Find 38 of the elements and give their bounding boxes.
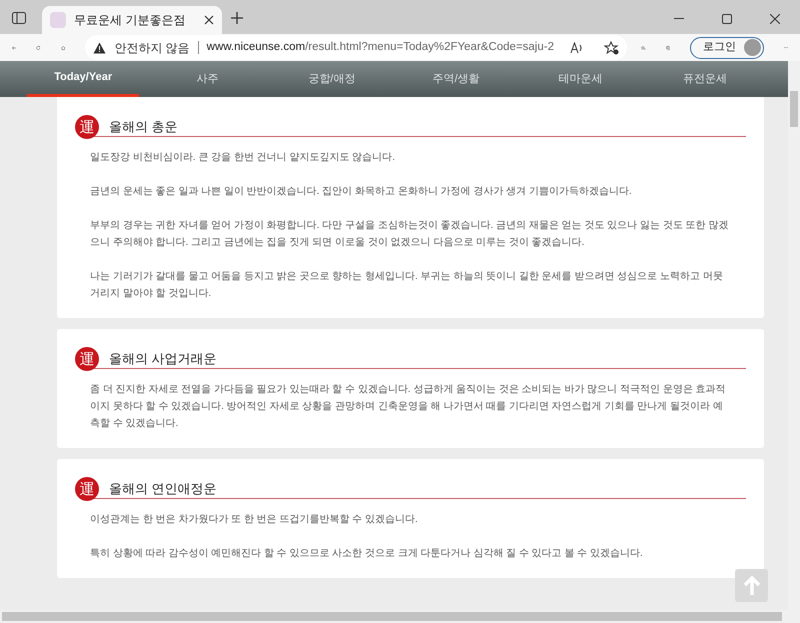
browser-tab[interactable]: 무료운세 기분좋은점 xyxy=(42,6,222,34)
tab-title: 무료운세 기분좋은점 xyxy=(74,12,186,29)
fortune-emblem: 運 xyxy=(75,115,99,139)
fortune-paragraph: 좀 더 진지한 자세로 전열을 가다듬을 필요가 있는때라 할 수 있겠습니다. 성급하게 움직이는 것은 소비되는 바가 많으니 적극적인 운영은 효과적이지 못하다 할 수 있겠습니다. 방어적인 자세로 상황을 관망하며 긴축운영을 해 나가면서 때를 기다리면 자연스럽게 기회를 만나게 될것이라 예측할 수 있겠습니다. xyxy=(90,383,727,431)
url-text: www.niceunse.com/result.html?menu=Today%2FYear&Code=saju-2 xyxy=(206,40,554,55)
vertical-scrollbar[interactable] xyxy=(788,61,800,623)
nav-tab[interactable]: 궁합/애정 xyxy=(276,61,388,97)
nav-tab[interactable]: 주역/생활 xyxy=(400,61,512,97)
minimize-icon[interactable] xyxy=(674,18,684,20)
horizontal-scrollbar[interactable] xyxy=(0,610,788,623)
up-arrow-icon xyxy=(742,576,760,596)
read-aloud-icon[interactable] xyxy=(570,42,584,54)
security-warning: 안전하지 않음 xyxy=(114,40,190,56)
new-tab-icon[interactable] xyxy=(230,11,244,25)
nav-tab[interactable]: 테마운세 xyxy=(524,61,637,97)
fortune-emblem: 運 xyxy=(75,347,99,371)
nav-tab[interactable]: 퓨전운세 xyxy=(648,61,761,97)
section-title: 올해의 총운 xyxy=(109,118,178,136)
fortune-paragraph: 일도장강 비천비심이라. 큰 강을 한번 건너니 얕지도깊지도 않습니다. xyxy=(90,151,396,165)
login-button[interactable]: 로그인 xyxy=(690,36,764,58)
fortune-paragraph: 부부의 경우는 귀한 자녀를 얻어 가정이 화평합니다. 다만 구설을 조심하는것이 좋겠습니다. 금년의 재물은 얻는 것도 있으나 잃는 것도 또한 많겠으니 주의해야 합니다. 그리고 금년에는 집을 짓게 되면 이로울 것이 없겠으니 다음으로 미루는 것이 좋겠습니다. xyxy=(90,219,730,250)
section-title: 올해의 연인애정운 xyxy=(109,480,217,498)
nav-tab[interactable]: 사주 xyxy=(151,61,264,97)
address-bar[interactable]: 안전하지 않음 www.niceunse.com/result.html?menu=Today%2FYear&Code=saju-2 xyxy=(85,35,627,60)
maximize-icon[interactable] xyxy=(722,14,732,24)
avatar-icon xyxy=(744,39,762,56)
fortune-paragraph: 특히 상황에 따라 감수성이 예민해진다 할 수 있으므로 사소한 것으로 크게 다툰다거나 심각해 질 수 있다고 볼 수 있겠습니다. xyxy=(90,547,644,561)
section-title: 올해의 사업거래운 xyxy=(109,350,217,368)
site-favicon-icon xyxy=(50,12,66,28)
close-window-icon[interactable] xyxy=(770,14,780,24)
fortune-paragraph: 나는 기러기가 갈대를 물고 어둠을 등지고 밝은 곳으로 향하는 형세입니다. 부귀는 하늘의 뜻이니 길한 운세를 받으려면 성심으로 노력하고 머뭇거리지 말아야 할 것입니다. xyxy=(90,270,724,301)
warning-icon xyxy=(93,42,106,54)
fortune-paragraph: 금년의 운세는 좋은 일과 나쁜 일이 반반이겠습니다. 집안이 화목하고 온화하니 가정에 경사가 생겨 기쁨이가득하겠습니다. xyxy=(90,185,633,199)
close-icon[interactable] xyxy=(204,15,214,25)
fortune-paragraph: 이성관계는 한 번은 차가웠다가 또 한 번은 뜨겁기를반복할 수 있겠습니다. xyxy=(90,513,419,527)
fortune-emblem: 運 xyxy=(75,477,99,501)
sidebar-panel-icon[interactable] xyxy=(12,12,26,24)
add-favorite-icon[interactable] xyxy=(604,40,619,54)
